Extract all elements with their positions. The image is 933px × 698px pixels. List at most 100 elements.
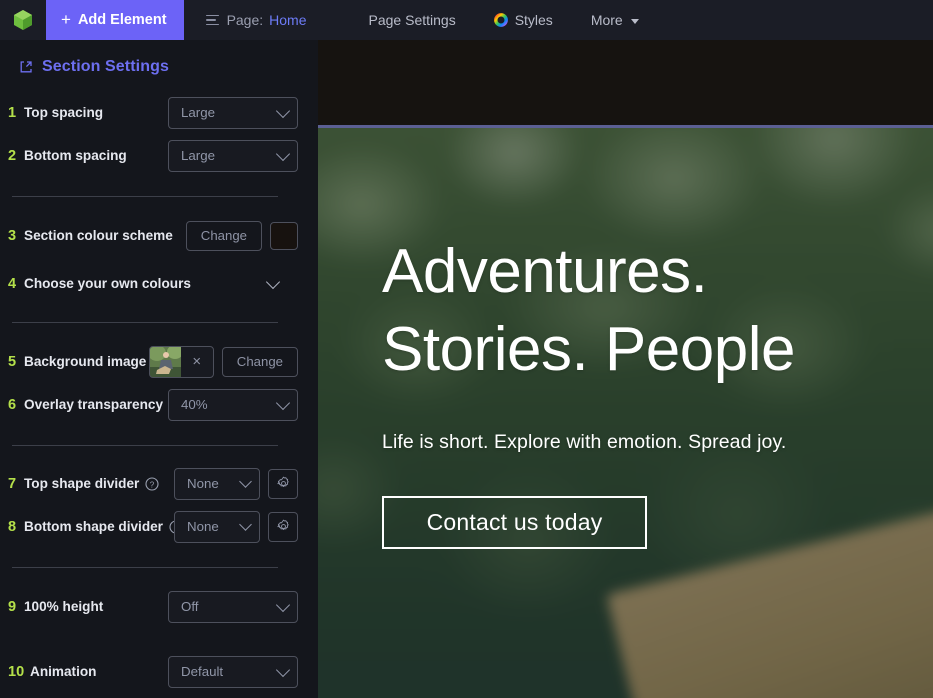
app-root: + Add Element Page: Home Page Settings S… <box>0 0 933 698</box>
row-number: 7 <box>8 475 17 492</box>
gear-icon <box>276 519 289 530</box>
section-settings-sidebar: Section Settings 1 Top spacing Large 2 B… <box>0 40 318 698</box>
hero-title-line-2[interactable]: Stories. People <box>382 311 933 389</box>
add-element-button[interactable]: + Add Element <box>46 0 184 40</box>
remove-background-image-button[interactable]: × <box>181 347 213 377</box>
row-section-colour-scheme-control: Change <box>185 220 298 251</box>
chevron-down-icon <box>275 597 291 612</box>
colour-scheme-swatch[interactable] <box>270 221 298 250</box>
row-full-height: 9 100% height Off <box>0 588 298 625</box>
row-section-colour-scheme-label: 3 Section colour scheme <box>8 228 186 244</box>
row-full-height-label: 9 100% height <box>8 599 168 615</box>
background-thumbnail-preview-icon <box>149 346 181 377</box>
bottom-spacing-select[interactable]: Large <box>168 139 298 172</box>
top-toolbar: + Add Element Page: Home Page Settings S… <box>0 0 933 40</box>
tab-page-settings[interactable]: Page Settings <box>369 12 456 28</box>
chevron-down-icon <box>265 274 281 289</box>
row-label-text: Animation <box>30 664 97 679</box>
row-label-text: Top spacing <box>24 105 104 120</box>
row-label-text: Bottom shape divider <box>24 519 163 534</box>
help-icon[interactable]: ? <box>145 476 159 491</box>
divider-1 <box>12 196 278 197</box>
row-number: 8 <box>8 518 17 535</box>
divider-3 <box>12 445 278 446</box>
row-top-spacing-control: Large <box>168 96 298 129</box>
page-name-label: Home <box>269 12 307 28</box>
top-spacing-value: Large <box>181 105 216 120</box>
styles-label: Styles <box>514 12 553 28</box>
bottom-shape-divider-settings-button[interactable] <box>268 511 298 542</box>
section-settings-title: Section Settings <box>42 58 169 75</box>
row-bottom-spacing-label: 2 Bottom spacing <box>8 148 168 164</box>
page-selector[interactable]: Page: Home <box>205 12 307 28</box>
hamburger-icon <box>205 14 219 26</box>
row-bottom-shape-divider: 8 Bottom shape divider ? None <box>0 508 298 545</box>
row-bottom-shape-divider-label: 8 Bottom shape divider ? <box>8 518 183 535</box>
row-overlay-transparency: 6 Overlay transparency 40% <box>0 386 298 423</box>
overlay-transparency-select[interactable]: 40% <box>168 388 298 421</box>
row-choose-colours-label: 4 Choose your own colours <box>8 276 262 292</box>
settings-rows: 1 Top spacing Large 2 Bottom spacing Lar… <box>0 94 318 698</box>
hero-subtitle[interactable]: Life is short. Explore with emotion. Spr… <box>382 429 933 455</box>
top-shape-divider-settings-button[interactable] <box>268 468 298 499</box>
row-top-shape-divider: 7 Top shape divider ? None <box>0 465 298 502</box>
change-background-image-button[interactable]: Change <box>221 346 298 377</box>
row-bottom-spacing: 2 Bottom spacing Large <box>0 137 298 174</box>
divider-2 <box>12 322 278 323</box>
tab-styles[interactable]: Styles <box>493 12 553 28</box>
row-top-shape-divider-label: 7 Top shape divider ? <box>8 476 174 492</box>
svg-text:?: ? <box>150 480 155 489</box>
section-settings-header[interactable]: Section Settings <box>0 40 318 76</box>
plus-icon: + <box>61 9 71 29</box>
hero-section[interactable]: Adventures. Stories. People Life is shor… <box>318 125 933 698</box>
row-label-text: Bottom spacing <box>24 148 127 163</box>
row-background-image-label: 5 Background image <box>8 354 149 370</box>
chevron-down-icon <box>275 395 291 410</box>
chevron-down-icon <box>239 475 252 488</box>
external-link-icon <box>20 61 32 73</box>
hero-content: Adventures. Stories. People Life is shor… <box>382 233 933 549</box>
background-image-thumbnail[interactable] <box>149 346 181 377</box>
chevron-down-icon <box>239 518 252 531</box>
bottom-shape-divider-select[interactable]: None <box>174 510 260 543</box>
animation-select[interactable]: Default <box>168 655 298 688</box>
chevron-down-icon <box>275 146 291 161</box>
page-preview-canvas[interactable]: Adventures. Stories. People Life is shor… <box>318 40 933 698</box>
row-background-image: 5 Background image × Change <box>0 343 298 380</box>
full-height-value: Off <box>181 599 199 614</box>
row-number: 1 <box>8 104 17 121</box>
row-full-height-control: Off <box>168 590 298 623</box>
row-number: 9 <box>8 598 17 615</box>
row-overlay-transparency-label: 6 Overlay transparency <box>8 397 168 413</box>
row-animation: 10 Animation Default <box>0 653 298 690</box>
row-animation-label: 10 Animation <box>8 664 168 680</box>
row-bottom-spacing-control: Large <box>168 139 298 172</box>
row-number: 10 <box>8 663 25 680</box>
more-label: More <box>590 12 623 28</box>
tab-more[interactable]: More <box>591 12 639 28</box>
gear-icon <box>276 476 289 487</box>
row-animation-control: Default <box>168 655 298 688</box>
hero-cta-button[interactable]: Contact us today <box>382 496 647 549</box>
row-number: 6 <box>8 396 17 413</box>
hero-title-line-1[interactable]: Adventures. <box>382 233 933 311</box>
row-section-colour-scheme: 3 Section colour scheme Change <box>0 217 298 254</box>
row-top-spacing-label: 1 Top spacing <box>8 105 168 121</box>
app-logo[interactable] <box>0 0 46 40</box>
row-choose-your-own-colours[interactable]: 4 Choose your own colours <box>0 265 298 302</box>
add-element-label: Add Element <box>77 12 167 28</box>
full-height-select[interactable]: Off <box>168 590 298 623</box>
row-top-spacing: 1 Top spacing Large <box>0 94 298 131</box>
row-bottom-shape-divider-control: None <box>174 510 298 543</box>
divider-4 <box>12 567 278 568</box>
top-shape-divider-select[interactable]: None <box>174 467 260 500</box>
green-cube-logo-icon <box>14 10 32 30</box>
row-number: 3 <box>8 227 17 244</box>
bottom-spacing-value: Large <box>181 148 216 163</box>
row-label-text: Choose your own colours <box>24 276 191 291</box>
row-label-text: 100% height <box>24 599 104 614</box>
change-colour-scheme-button[interactable]: Change <box>185 220 262 251</box>
top-spacing-select[interactable]: Large <box>168 96 298 129</box>
background-image-thumb-group: × <box>148 345 214 378</box>
page-settings-label: Page Settings <box>368 12 456 28</box>
